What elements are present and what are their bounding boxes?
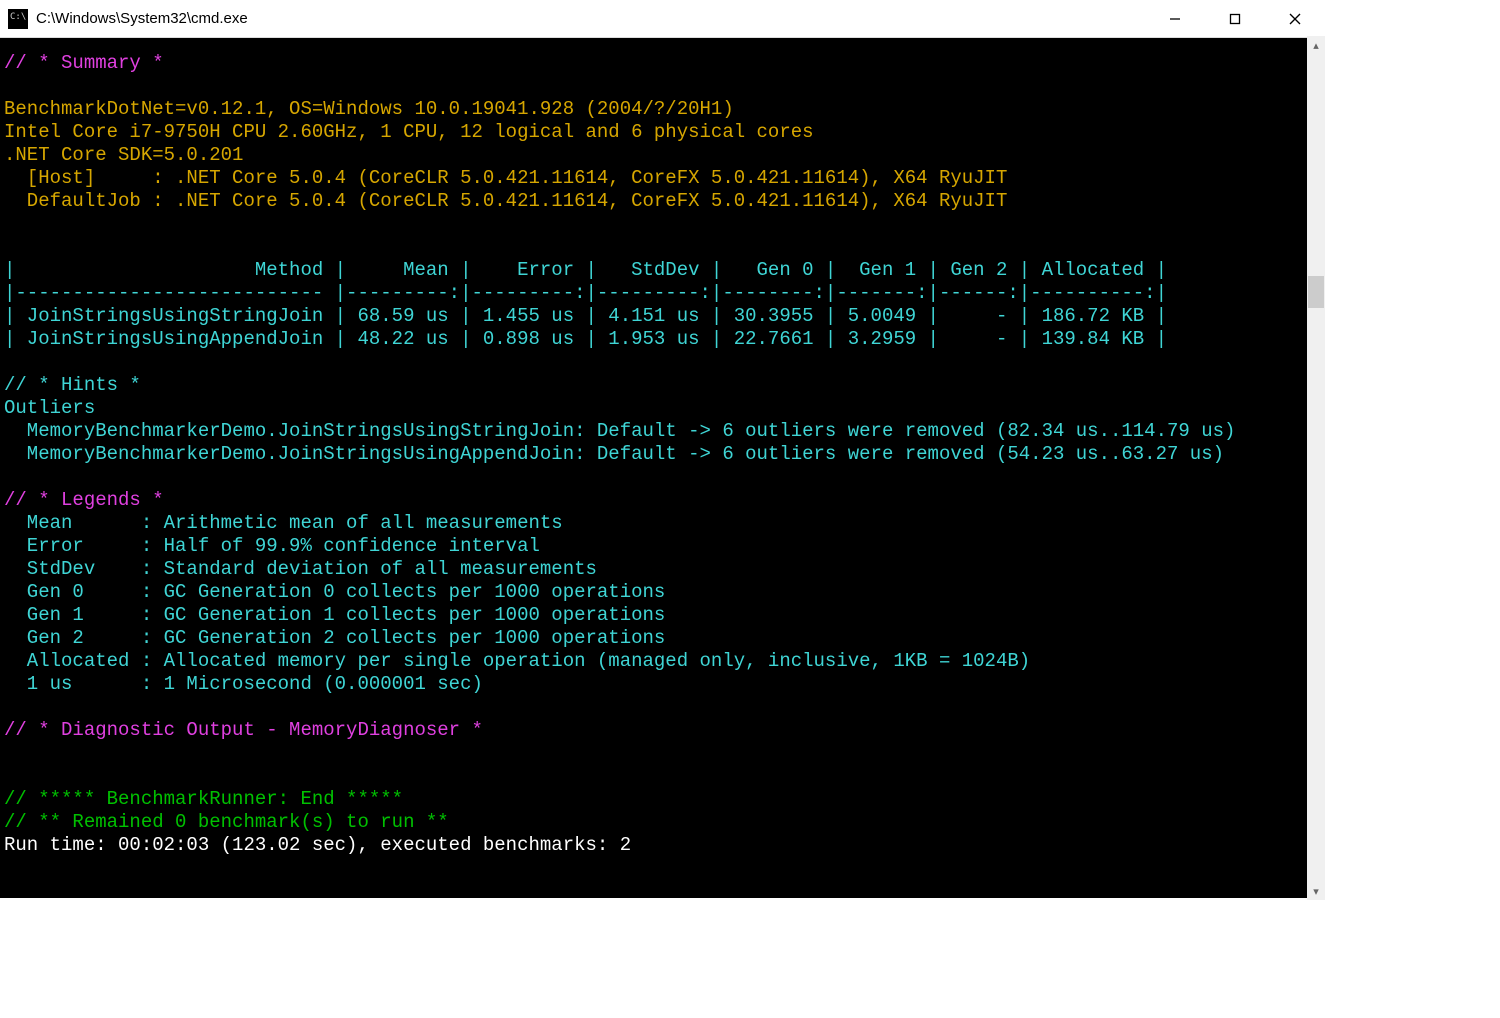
summary-header: // * Summary * [4, 52, 164, 74]
legend-line: 1 us : 1 Microsecond (0.000001 sec) [4, 673, 483, 695]
outlier-line: MemoryBenchmarkerDemo.JoinStringsUsingAp… [4, 443, 1224, 465]
minimize-button[interactable] [1145, 0, 1205, 37]
close-button[interactable] [1265, 0, 1325, 37]
env-line: BenchmarkDotNet=v0.12.1, OS=Windows 10.0… [4, 98, 734, 120]
remained-line: // ** Remained 0 benchmark(s) to run ** [4, 811, 449, 833]
legend-line: Error : Half of 99.9% confidence interva… [4, 535, 540, 557]
scroll-down-icon[interactable]: ▾ [1307, 882, 1325, 900]
table-row: | JoinStringsUsingStringJoin | 68.59 us … [4, 305, 1167, 327]
runner-end: // ***** BenchmarkRunner: End ***** [4, 788, 403, 810]
window-title: C:\Windows\System32\cmd.exe [36, 10, 248, 27]
titlebar[interactable]: C:\Windows\System32\cmd.exe [0, 0, 1325, 38]
table-row: | JoinStringsUsingAppendJoin | 48.22 us … [4, 328, 1167, 350]
table-header: | Method | Mean | Error | StdDev | Gen 0… [4, 259, 1167, 281]
hints-header: // * Hints * [4, 374, 141, 396]
legend-line: StdDev : Standard deviation of all measu… [4, 558, 597, 580]
window-controls [1145, 0, 1325, 37]
scroll-up-icon[interactable]: ▴ [1307, 36, 1325, 54]
scroll-thumb[interactable] [1308, 276, 1324, 308]
vertical-scrollbar[interactable]: ▴ ▾ [1307, 36, 1325, 900]
maximize-button[interactable] [1205, 0, 1265, 37]
terminal-output[interactable]: // * Summary * BenchmarkDotNet=v0.12.1, … [0, 38, 1325, 898]
legend-line: Mean : Arithmetic mean of all measuremen… [4, 512, 563, 534]
cmd-icon [8, 9, 28, 29]
env-line: DefaultJob : .NET Core 5.0.4 (CoreCLR 5.… [4, 190, 1007, 212]
outlier-line: MemoryBenchmarkerDemo.JoinStringsUsingSt… [4, 420, 1235, 442]
env-line: Intel Core i7-9750H CPU 2.60GHz, 1 CPU, … [4, 121, 814, 143]
table-separator: |--------------------------- |---------:… [4, 282, 1167, 304]
env-line: [Host] : .NET Core 5.0.4 (CoreCLR 5.0.42… [4, 167, 1007, 189]
diagnostic-header: // * Diagnostic Output - MemoryDiagnoser… [4, 719, 483, 741]
env-line: .NET Core SDK=5.0.201 [4, 144, 243, 166]
runtime-line: Run time: 00:02:03 (123.02 sec), execute… [4, 834, 631, 856]
legends-header: // * Legends * [4, 489, 164, 511]
cmd-window: C:\Windows\System32\cmd.exe // * Summary… [0, 0, 1325, 898]
legend-line: Gen 2 : GC Generation 2 collects per 100… [4, 627, 665, 649]
legend-line: Allocated : Allocated memory per single … [4, 650, 1030, 672]
legend-line: Gen 1 : GC Generation 1 collects per 100… [4, 604, 665, 626]
outliers-label: Outliers [4, 397, 95, 419]
legend-line: Gen 0 : GC Generation 0 collects per 100… [4, 581, 665, 603]
